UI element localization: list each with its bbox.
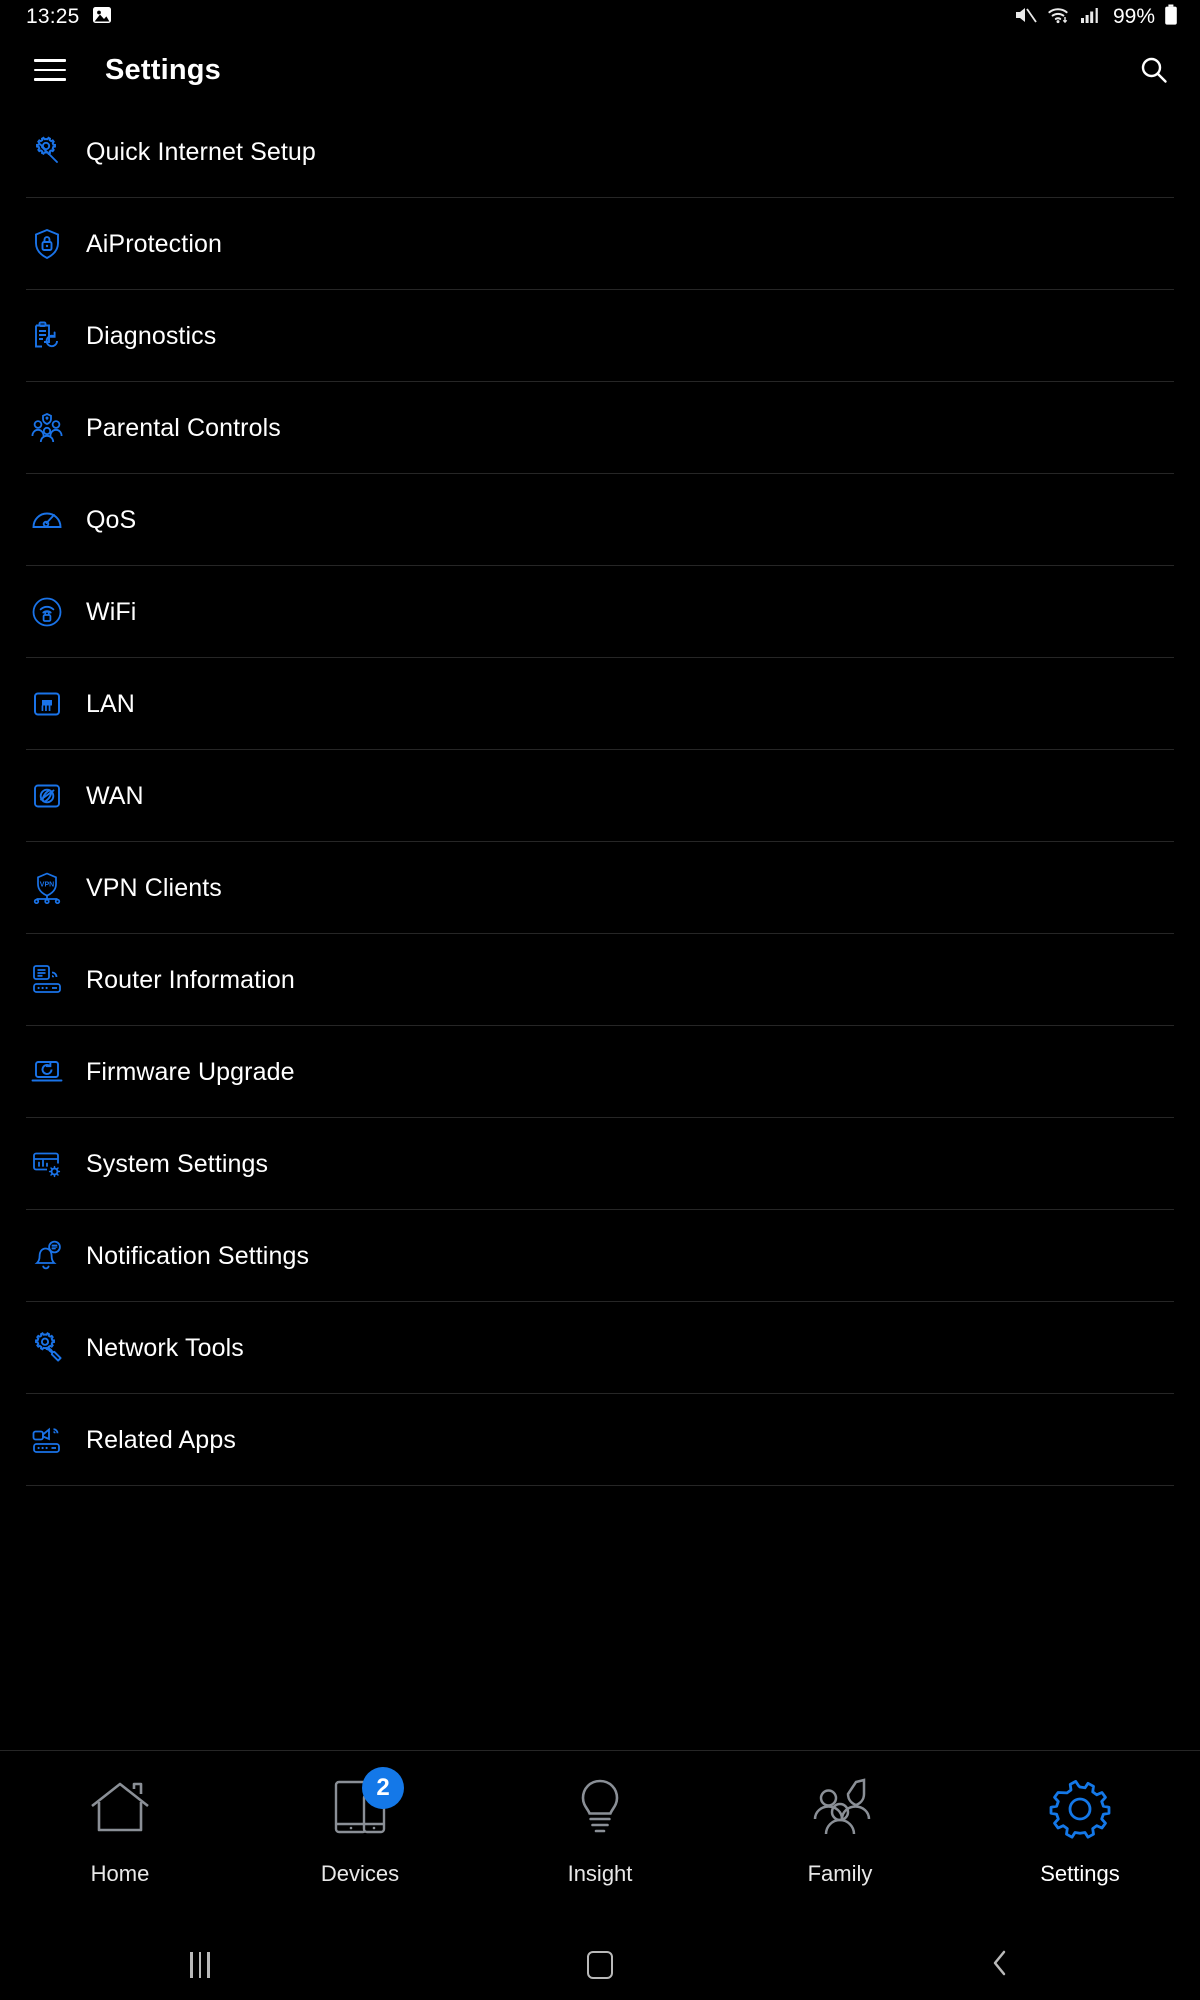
wifi-icon — [1047, 5, 1071, 30]
tab-label: Devices — [320, 1861, 400, 1886]
bulb-icon — [566, 1773, 634, 1845]
cellular-signal-icon — [1080, 5, 1102, 30]
settings-row-label: Notification Settings — [86, 1241, 310, 1270]
settings-row-label: WAN — [86, 781, 144, 810]
speedometer-icon — [28, 501, 66, 539]
settings-row-aiprotection[interactable]: AiProtection — [0, 198, 1200, 290]
home-icon — [86, 1773, 154, 1845]
page-title: Settings — [105, 53, 221, 86]
search-icon[interactable] — [1130, 46, 1178, 94]
settings-row-parental-controls[interactable]: Parental Controls — [0, 382, 1200, 474]
settings-row-label: Router Information — [86, 965, 295, 994]
settings-row-lan[interactable]: LAN — [0, 658, 1200, 750]
settings-row-system-settings[interactable]: System Settings — [0, 1118, 1200, 1210]
settings-list: Quick Internet Setup AiProtection Diagno… — [0, 106, 1200, 1486]
settings-row-label: System Settings — [86, 1149, 269, 1178]
settings-row-label: AiProtection — [86, 229, 222, 258]
tab-label: Home — [90, 1861, 150, 1886]
tab-label: Family — [807, 1861, 873, 1886]
settings-row-router-information[interactable]: Router Information — [0, 934, 1200, 1026]
hamburger-bar — [34, 78, 66, 81]
settings-row-firmware-upgrade[interactable]: Firmware Upgrade — [0, 1026, 1200, 1118]
status-bar: 13:25 99% — [0, 0, 1200, 34]
tab-devices[interactable]: 2 Devices — [240, 1751, 480, 1888]
ethernet-port-icon — [28, 685, 66, 723]
status-bar-clock: 13:25 — [26, 5, 80, 28]
settings-row-label: Quick Internet Setup — [86, 137, 316, 166]
tab-settings[interactable]: Settings — [960, 1751, 1200, 1888]
settings-row-label: Diagnostics — [86, 321, 217, 350]
tab-family[interactable]: Family — [720, 1751, 960, 1888]
home-button[interactable] — [400, 1951, 800, 1979]
gear-icon — [1046, 1773, 1114, 1845]
tab-label: Insight — [567, 1861, 633, 1886]
hamburger-bar — [34, 59, 66, 62]
battery-percent: 99% — [1112, 5, 1155, 28]
image-icon — [92, 5, 112, 30]
back-chevron-icon — [988, 1948, 1012, 1983]
bell-message-icon — [28, 1237, 66, 1275]
wifi-lock-icon — [28, 593, 66, 631]
tab-label: Settings — [1040, 1861, 1120, 1886]
devices-icon: 2 — [326, 1767, 404, 1845]
home-circle-icon — [587, 1951, 613, 1979]
clipboard-refresh-icon — [28, 317, 66, 355]
vpn-shield-nodes-icon: VPN — [28, 869, 66, 907]
settings-row-related-apps[interactable]: Related Apps — [0, 1394, 1200, 1486]
recents-bar — [198, 1952, 202, 1978]
shield-lock-icon — [28, 225, 66, 263]
settings-row-label: Firmware Upgrade — [86, 1057, 295, 1086]
settings-row-label: QoS — [86, 505, 137, 534]
battery-full-icon — [1164, 4, 1178, 31]
router-devices-icon — [28, 1421, 66, 1459]
family-icon — [806, 1773, 874, 1845]
laptop-refresh-icon — [28, 1053, 66, 1091]
settings-row-wan[interactable]: WAN — [0, 750, 1200, 842]
recents-icon — [190, 1952, 210, 1978]
settings-row-wifi[interactable]: WiFi — [0, 566, 1200, 658]
settings-row-notification-settings[interactable]: Notification Settings — [0, 1210, 1200, 1302]
globe-square-icon — [28, 777, 66, 815]
recents-bar — [190, 1952, 193, 1978]
settings-row-label: Parental Controls — [86, 413, 281, 442]
gear-wand-icon — [28, 133, 66, 171]
settings-row-label: VPN Clients — [86, 873, 222, 902]
settings-row-network-tools[interactable]: Network Tools — [0, 1302, 1200, 1394]
hamburger-bar — [34, 68, 66, 72]
recents-bar — [207, 1952, 210, 1978]
app-bar: Settings — [0, 34, 1200, 106]
status-bar-right: 99% — [1014, 4, 1178, 31]
mute-icon — [1014, 5, 1038, 30]
settings-row-label: LAN — [86, 689, 135, 718]
system-navigation-bar — [0, 1930, 1200, 2000]
settings-row-diagnostics[interactable]: Diagnostics — [0, 290, 1200, 382]
gear-wrench-icon — [28, 1329, 66, 1367]
settings-row-qos[interactable]: QoS — [0, 474, 1200, 566]
family-group-icon — [28, 409, 66, 447]
bottom-tab-bar: Home 2 Devices Insight Family Settings — [0, 1750, 1200, 1930]
recents-button[interactable] — [0, 1952, 400, 1978]
tab-insight[interactable]: Insight — [480, 1751, 720, 1888]
back-button[interactable] — [800, 1948, 1200, 1983]
hamburger-menu-icon[interactable] — [28, 48, 72, 92]
panel-gear-icon — [28, 1145, 66, 1183]
router-info-icon — [28, 961, 66, 999]
settings-row-label: Related Apps — [86, 1425, 236, 1454]
svg-text:VPN: VPN — [40, 882, 54, 889]
settings-row-label: WiFi — [86, 597, 137, 626]
devices-badge: 2 — [362, 1767, 404, 1809]
status-bar-left: 13:25 — [26, 5, 112, 30]
tab-home[interactable]: Home — [0, 1751, 240, 1888]
settings-row-label: Network Tools — [86, 1333, 244, 1362]
settings-row-vpn-clients[interactable]: VPN VPN Clients — [0, 842, 1200, 934]
settings-row-quick-internet-setup[interactable]: Quick Internet Setup — [0, 106, 1200, 198]
